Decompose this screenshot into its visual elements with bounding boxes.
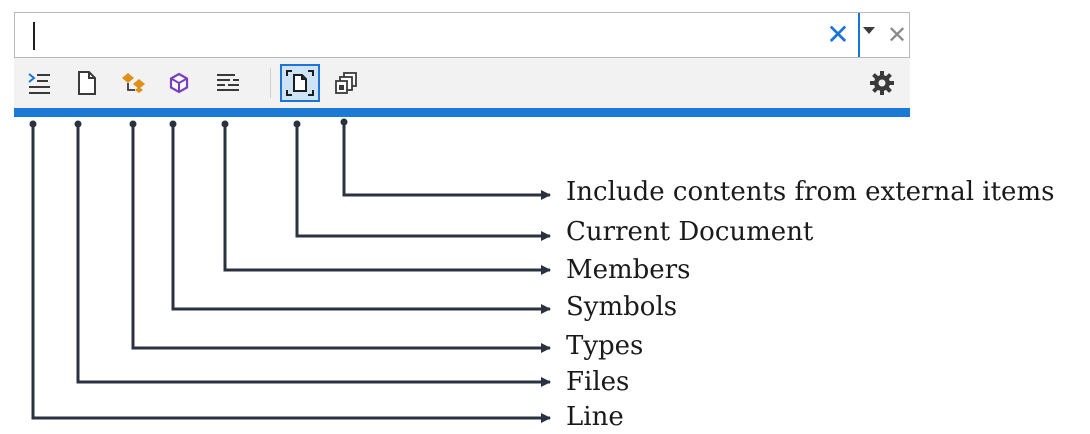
label-external-items: Include contents from external items — [566, 177, 1055, 207]
label-current-document: Current Document — [566, 217, 814, 247]
callout-external-items — [342, 122, 551, 200]
label-members: Members — [566, 255, 691, 285]
label-line: Line — [566, 402, 624, 432]
label-types: Types — [566, 331, 644, 361]
callout-lines — [29, 118, 551, 423]
callout-files — [76, 124, 551, 387]
callout-members — [223, 124, 551, 275]
label-files: Files — [566, 367, 630, 397]
label-symbols: Symbols — [566, 292, 678, 322]
callout-symbols — [171, 124, 551, 314]
callout-current-document — [295, 124, 551, 241]
